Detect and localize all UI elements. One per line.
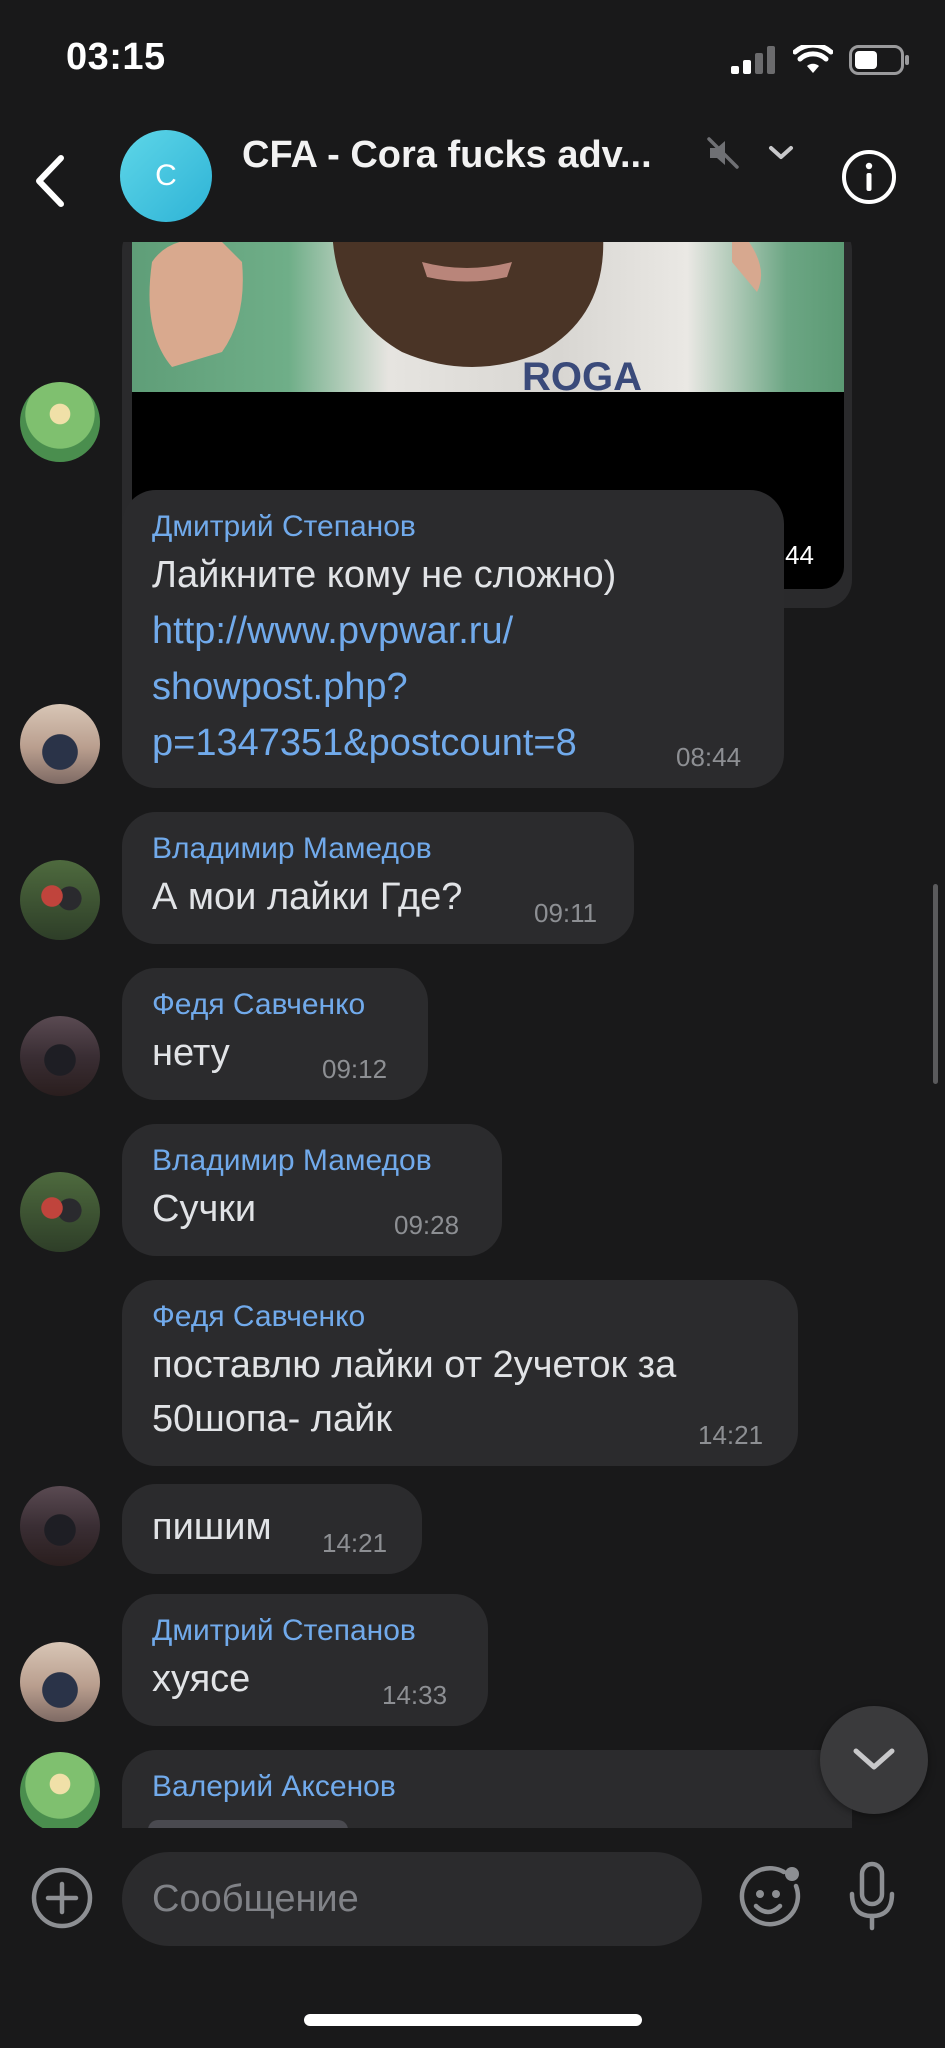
chevron-down-icon xyxy=(853,1748,895,1770)
message-time: 14:33 xyxy=(382,1680,448,1710)
message-sender[interactable]: Федя Савченко xyxy=(152,1300,365,1334)
smile-icon[interactable] xyxy=(736,1864,804,1932)
speaker-muted-icon xyxy=(707,137,739,169)
message-list[interactable]: ROGA 01:44 Дмитрий Степанов Лайкните ком… xyxy=(0,242,945,1828)
message-text: пишим xyxy=(152,1506,272,1548)
message-sender[interactable]: Владимир Мамедов xyxy=(152,1144,432,1178)
message-time: 08:44 xyxy=(676,742,742,772)
message-time: 14:21 xyxy=(698,1420,764,1450)
microphone-icon[interactable] xyxy=(846,1860,898,1932)
message-link[interactable]: p=1347351&postcount=8 xyxy=(152,716,577,770)
attachment-preview[interactable] xyxy=(148,1820,348,1828)
message-link[interactable]: showpost.php? xyxy=(152,660,408,714)
message-bubble[interactable]: пишим 14:21 xyxy=(122,1484,422,1574)
message-time: 09:28 xyxy=(394,1210,460,1240)
svg-text:ROGA: ROGA xyxy=(522,355,642,392)
message-bubble[interactable]: Дмитрий Степанов Лайкните кому не сложно… xyxy=(122,490,784,788)
avatar[interactable] xyxy=(20,1752,100,1828)
message-text: поставлю лайки от 2учеток за xyxy=(152,1344,677,1386)
chat-title[interactable]: CFA - Cora fucks adv... xyxy=(242,134,652,177)
chat-header: C CFA - Cora fucks adv... xyxy=(0,120,945,242)
avatar[interactable] xyxy=(20,1172,100,1252)
message-link[interactable]: http://www.pvpwar.ru/ xyxy=(152,604,513,658)
plus-circle-icon[interactable] xyxy=(30,1866,94,1930)
message-text: хуясе xyxy=(152,1658,251,1700)
status-bar: 03:15 xyxy=(0,0,945,120)
avatar[interactable] xyxy=(20,1486,100,1566)
message-bubble[interactable]: Владимир Мамедов Сучки 09:28 xyxy=(122,1124,502,1256)
message-text: нету xyxy=(152,1032,230,1074)
message-input[interactable] xyxy=(122,1852,702,1946)
avatar[interactable] xyxy=(20,1016,100,1096)
group-avatar[interactable]: C xyxy=(120,130,212,222)
signal-icon xyxy=(731,46,775,74)
message-bubble[interactable]: Владимир Мамедов А мои лайки Где? 09:11 xyxy=(122,812,634,944)
status-time: 03:15 xyxy=(66,36,166,78)
message-time: 09:11 xyxy=(534,898,598,928)
message-bubble[interactable]: Федя Савченко поставлю лайки от 2учеток … xyxy=(122,1280,798,1466)
avatar[interactable] xyxy=(20,382,100,462)
message-bubble[interactable]: Дмитрий Степанов хуясе 14:33 xyxy=(122,1594,488,1726)
message-bubble[interactable]: Валерий Аксенов xyxy=(122,1750,852,1828)
message-time: 09:12 xyxy=(322,1054,388,1084)
message-text: Лайкните кому не сложно) xyxy=(152,554,617,596)
chevron-left-icon xyxy=(36,155,64,207)
info-icon[interactable] xyxy=(840,148,898,206)
message-text: 50шопа- лайк xyxy=(152,1398,392,1440)
back-button[interactable] xyxy=(20,148,80,214)
home-indicator xyxy=(304,2014,642,2026)
message-text: Сучки xyxy=(152,1188,257,1230)
video-thumbnail: ROGA xyxy=(132,242,844,392)
composer xyxy=(0,1828,945,2048)
status-icons xyxy=(731,40,911,80)
message-sender[interactable]: Дмитрий Степанов xyxy=(152,1614,416,1648)
message-time: 14:21 xyxy=(322,1528,388,1558)
avatar[interactable] xyxy=(20,704,100,784)
avatar[interactable] xyxy=(20,1642,100,1722)
scrollbar[interactable] xyxy=(933,884,938,1084)
message-sender[interactable]: Дмитрий Степанов xyxy=(152,510,416,544)
message-sender[interactable]: Владимир Мамедов xyxy=(152,832,432,866)
message-text: А мои лайки Где? xyxy=(152,876,463,918)
wifi-icon xyxy=(793,45,833,73)
group-avatar-letter: C xyxy=(155,159,177,192)
battery-icon xyxy=(849,45,909,75)
scroll-to-bottom-button[interactable] xyxy=(820,1706,928,1814)
message-sender[interactable]: Федя Савченко xyxy=(152,988,365,1022)
video-preview-shapes: ROGA xyxy=(149,242,762,392)
message-bubble[interactable]: Федя Савченко нету 09:12 xyxy=(122,968,428,1100)
chevron-down-icon[interactable] xyxy=(766,138,796,168)
message-sender[interactable]: Валерий Аксенов xyxy=(152,1770,396,1804)
avatar[interactable] xyxy=(20,860,100,940)
